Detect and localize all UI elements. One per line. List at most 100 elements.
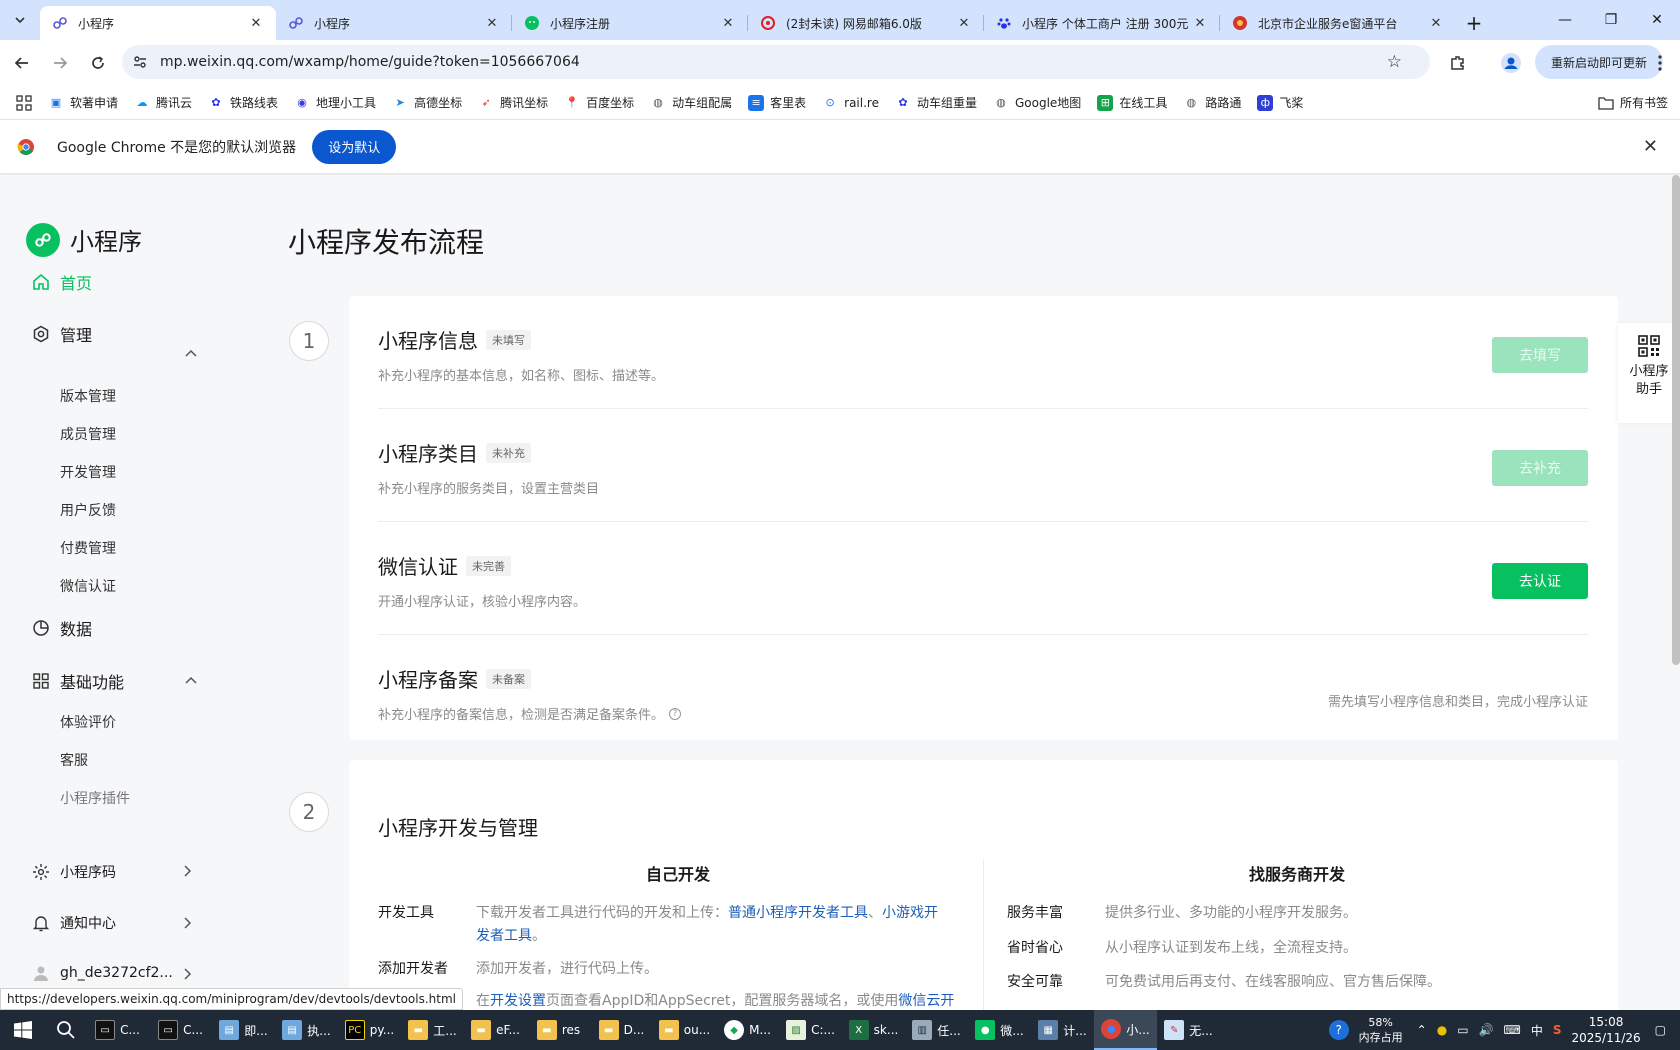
taskbar-app[interactable]: ▨ C:... — [779, 1010, 842, 1050]
sidebar-item-home[interactable]: 首页 — [32, 270, 92, 294]
tab-miniprogram-2[interactable]: 小程序 ✕ — [276, 6, 512, 40]
tray-app-icon[interactable]: ● — [1437, 1023, 1447, 1037]
sidebar-item-version[interactable]: 版本管理 — [60, 386, 116, 406]
sidebar-item-service[interactable]: 客服 — [60, 750, 88, 770]
chrome-menu-button[interactable] — [1648, 47, 1672, 79]
taskbar-app-excel[interactable]: Xsk... — [842, 1010, 905, 1050]
taskbar-app[interactable]: ▤ 执... — [275, 1010, 338, 1050]
sidebar-item-dev[interactable]: 开发管理 — [60, 462, 116, 482]
chevron-right-icon[interactable] — [180, 916, 194, 930]
tab-beijing-service[interactable]: 北京市企业服务e窗通平台 ✕ — [1220, 6, 1456, 40]
tab-miniprogram-active[interactable]: 小程序 ✕ — [40, 6, 276, 40]
profile-button[interactable] — [1495, 47, 1527, 79]
sidebar-item-basic[interactable]: 基础功能 — [32, 669, 124, 693]
restart-update-button[interactable]: 重新启动即可更新 — [1535, 45, 1663, 79]
sidebar-item-members[interactable]: 成员管理 — [60, 424, 116, 444]
page-scrollbar[interactable] — [1672, 175, 1680, 665]
verify-button[interactable]: 去认证 — [1492, 563, 1588, 599]
sidebar-item-notify[interactable]: 通知中心 — [32, 913, 116, 933]
bookmark-star-icon[interactable]: ☆ — [1387, 52, 1402, 72]
taskbar-app-terminal[interactable]: ▭ C... — [149, 1010, 212, 1050]
taskbar-app-paint[interactable]: ✎ 无... — [1157, 1010, 1220, 1050]
taskbar-app[interactable]: ◆ M... — [716, 1010, 779, 1050]
taskbar-app-chrome[interactable]: ● 小... — [1094, 1010, 1157, 1050]
tab-register[interactable]: 小程序注册 ✕ — [512, 6, 748, 40]
fill-info-button[interactable]: 去填写 — [1492, 337, 1588, 373]
sidebar-item-experience[interactable]: 体验评价 — [60, 712, 116, 732]
sidebar-item-plugin[interactable]: 小程序插件 — [60, 788, 130, 808]
sogou-ime-icon[interactable]: S — [1553, 1023, 1562, 1037]
sidebar-item-verify[interactable]: 微信认证 — [60, 576, 116, 596]
chevron-right-icon[interactable] — [180, 864, 194, 878]
tab-mail[interactable]: (2封未读) 网易邮箱6.0版 ✕ — [748, 6, 984, 40]
all-bookmarks-button[interactable]: 所有书签 — [1598, 94, 1668, 111]
ime-indicator[interactable]: 中 — [1531, 1022, 1543, 1039]
clock[interactable]: 15:08 2025/11/26 — [1571, 1014, 1640, 1046]
restore-button[interactable]: ❐ — [1588, 0, 1634, 40]
tab-close-icon[interactable]: ✕ — [484, 16, 500, 31]
normal-devtools-link[interactable]: 普通小程序开发者工具 — [728, 905, 868, 921]
chevron-up-icon[interactable] — [184, 674, 198, 688]
bookmark-item[interactable]: ◍ 路路通 — [1183, 94, 1242, 111]
taskbar-app-folder[interactable]: ▬ ou... — [653, 1010, 716, 1050]
bookmark-item[interactable]: ≡ 客里表 — [748, 94, 806, 111]
bookmark-item[interactable]: ☁ 腾讯云 — [134, 94, 193, 111]
apps-grid-button[interactable] — [16, 94, 32, 111]
address-bar[interactable]: mp.weixin.qq.com/wxamp/home/guide?token=… — [122, 45, 1430, 79]
network-icon[interactable]: ▭ — [1457, 1023, 1468, 1037]
taskbar-app-wechat[interactable]: ● 微... — [968, 1010, 1031, 1050]
sidebar-item-feedback[interactable]: 用户反馈 — [60, 500, 116, 520]
taskbar-app-pycharm[interactable]: PC py... — [338, 1010, 401, 1050]
tab-close-icon[interactable]: ✕ — [956, 16, 972, 31]
back-button[interactable] — [6, 47, 38, 79]
set-default-button[interactable]: 设为默认 — [312, 129, 397, 164]
sidebar-item-payment[interactable]: 付费管理 — [60, 538, 116, 558]
close-window-button[interactable]: ✕ — [1634, 0, 1680, 40]
close-infobar-icon[interactable]: ✕ — [1643, 136, 1658, 157]
chevron-up-icon[interactable]: ⌃ — [1417, 1023, 1427, 1037]
chevron-right-icon[interactable] — [180, 967, 194, 981]
volume-icon[interactable]: 🔊 — [1479, 1023, 1494, 1037]
sidebar-item-manage[interactable]: 管理 — [32, 322, 92, 346]
bookmark-item[interactable]: ⊙ rail.re — [822, 95, 879, 111]
bookmark-item[interactable]: ◉ 地理小工具 — [294, 94, 376, 111]
taskbar-app[interactable]: ▥ 任... — [905, 1010, 968, 1050]
start-button[interactable] — [0, 1010, 46, 1050]
tab-close-icon[interactable]: ✕ — [1428, 16, 1444, 31]
logo[interactable]: 小程序 — [26, 222, 142, 257]
bookmark-item[interactable]: ➤ 高德坐标 — [392, 94, 462, 111]
taskbar-app-calculator[interactable]: ▦ 计... — [1031, 1010, 1094, 1050]
bookmark-item[interactable]: ✿ 动车组重量 — [895, 94, 977, 111]
taskbar-app-folder[interactable]: ▬ eF... — [464, 1010, 527, 1050]
taskbar-app-folder[interactable]: ▬ D... — [590, 1010, 653, 1050]
bookmark-item[interactable]: ◍ 动车组配属 — [650, 94, 732, 111]
bookmark-item[interactable]: ✿ 铁路线表 — [208, 94, 278, 111]
sidebar-item-data[interactable]: 数据 — [32, 616, 92, 640]
bookmark-item[interactable]: ⊞ 在线工具 — [1097, 94, 1167, 111]
taskbar-app[interactable]: ▤ 即... — [212, 1010, 275, 1050]
keyboard-icon[interactable]: ⌨ — [1503, 1023, 1520, 1037]
tab-close-icon[interactable]: ✕ — [248, 16, 264, 31]
sidebar-item-qrcode[interactable]: 小程序码 — [32, 862, 116, 882]
dev-settings-link[interactable]: 开发设置 — [490, 993, 546, 1009]
taskbar-app-terminal[interactable]: ▭ C... — [86, 1010, 149, 1050]
wechat-cloud-link[interactable]: 微信云开 — [898, 993, 954, 1009]
miniprogram-assistant[interactable]: 小程序 助手 — [1618, 323, 1680, 423]
taskbar-app-folder[interactable]: ▬ res — [527, 1010, 590, 1050]
chevron-up-icon[interactable] — [184, 347, 198, 361]
forward-button[interactable] — [44, 47, 76, 79]
notification-icon[interactable]: ▢ — [1655, 1023, 1666, 1037]
extensions-button[interactable] — [1442, 47, 1474, 79]
site-info-icon[interactable] — [132, 54, 148, 70]
reload-button[interactable] — [82, 47, 114, 79]
taskbar-search-button[interactable] — [46, 1010, 86, 1050]
help-icon[interactable]: ? — [1328, 1020, 1349, 1040]
bookmark-item[interactable]: ◍ Google地图 — [993, 94, 1081, 111]
minimize-button[interactable]: — — [1542, 0, 1588, 40]
tab-close-icon[interactable]: ✕ — [1192, 16, 1208, 31]
sidebar-account[interactable]: gh_de3272cf2... — [32, 964, 173, 982]
bookmark-item[interactable]: ▣ 软著申请 — [48, 94, 118, 111]
bookmark-item[interactable]: ➶ 腾讯坐标 — [478, 94, 548, 111]
new-tab-button[interactable]: + — [1456, 6, 1492, 40]
tab-close-icon[interactable]: ✕ — [720, 16, 736, 31]
